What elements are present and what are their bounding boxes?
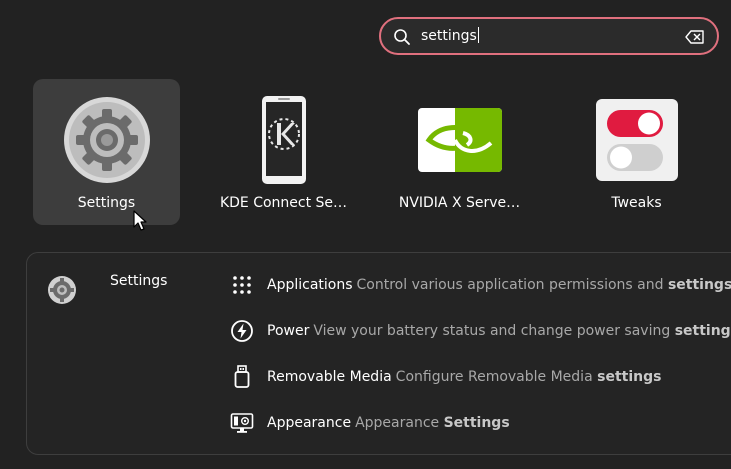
app-label: NVIDIA X Serve… (398, 195, 521, 211)
result-desc-text: Control various application permissions … (356, 277, 664, 293)
result-description: Control various application permissions … (357, 277, 731, 293)
search-icon (394, 29, 410, 45)
result-desc-text: Configure Removable Media (395, 369, 593, 385)
kde-connect-icon (261, 96, 306, 184)
app-tile-tweaks[interactable]: Tweaks (563, 79, 710, 225)
tweaks-toggle-icon (595, 99, 678, 181)
app-search-overlay: settings Settings KDE Connect Se… NVIDIA… (0, 0, 731, 469)
result-text: Appearance Appearance Settings (267, 414, 510, 432)
power-icon (231, 320, 253, 342)
result-text: Applications Control various application … (267, 276, 731, 294)
result-title: Applications (267, 277, 353, 293)
app-grid-icon (233, 276, 251, 294)
result-match-term: settings (674, 323, 731, 339)
app-label: Settings (77, 195, 136, 211)
result-match-term: settings (667, 277, 731, 293)
result-description: Appearance Settings (355, 415, 510, 431)
app-tile-settings[interactable]: Settings (33, 79, 180, 225)
result-description: Configure Removable Media settings (396, 369, 662, 385)
settings-gear-icon (48, 276, 76, 304)
result-title: Power (267, 323, 310, 339)
result-text: Removable Media Configure Removable Media… (267, 368, 661, 386)
usb-drive-icon (234, 365, 250, 388)
clear-text-icon[interactable] (685, 29, 705, 45)
result-match-term: Settings (443, 415, 510, 431)
settings-gear-icon (63, 97, 150, 183)
result-title: Appearance (267, 415, 352, 431)
result-desc-text: View your battery status and change powe… (313, 323, 671, 339)
text-caret (477, 27, 479, 43)
result-desc-text: Appearance (355, 415, 440, 431)
result-match-term: settings (597, 369, 662, 385)
search-bar[interactable]: settings (379, 17, 719, 55)
search-results-panel: Settings Applications Control various app… (26, 252, 731, 455)
app-tile-nvidia[interactable]: NVIDIA X Serve… (386, 79, 533, 225)
search-query: settings (421, 28, 477, 44)
appearance-icon (230, 413, 254, 433)
search-input[interactable]: settings (421, 26, 479, 46)
mouse-pointer-icon (133, 210, 147, 231)
app-label: KDE Connect Se… (219, 195, 348, 211)
provider-label: Settings (110, 273, 168, 289)
app-label: Tweaks (611, 195, 662, 211)
result-text: Power View your battery status and change… (267, 322, 731, 340)
nvidia-icon (417, 108, 502, 172)
result-description: View your battery status and change powe… (313, 323, 731, 339)
app-tile-kde-connect[interactable]: KDE Connect Se… (210, 79, 357, 225)
result-title: Removable Media (267, 369, 392, 385)
